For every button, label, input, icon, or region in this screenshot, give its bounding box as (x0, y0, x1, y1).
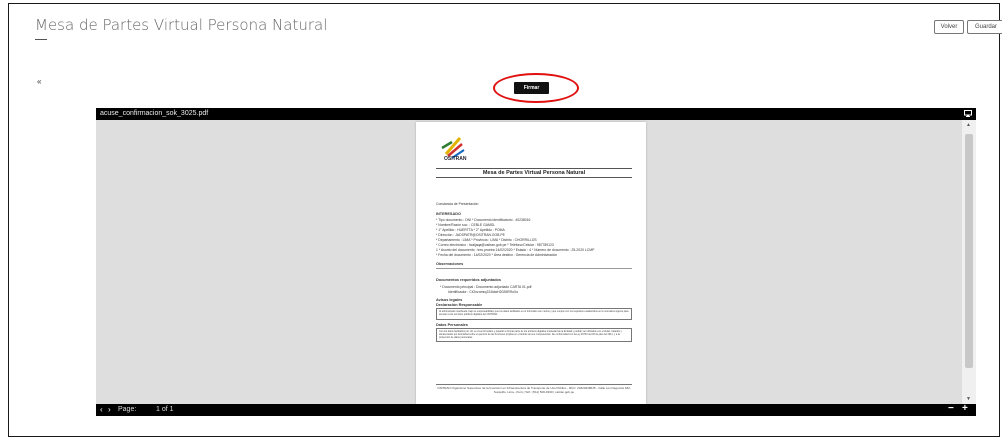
page-count[interactable]: 1 of 1 (156, 404, 174, 416)
info-line-7: 1 * Asunto del documento : tres.prueba 1… (436, 248, 595, 252)
next-page-icon[interactable]: › (108, 404, 111, 416)
main-window: Mesa de Partes Virtual Persona Natural V… (8, 3, 1002, 437)
viewer-topbar: acuse_confirmacion_sok_3025.pdf (96, 108, 976, 120)
volver-button[interactable]: Volver (934, 20, 964, 34)
document-footer: OSITRAN Organismo Supervisor de la Inver… (436, 384, 632, 394)
interesado-heading: INTERESADO (436, 212, 461, 216)
monitor-icon[interactable] (964, 110, 972, 117)
scroll-up-icon[interactable]: ▲ (966, 122, 971, 128)
firmar-button[interactable]: Firmar (514, 82, 549, 94)
doc-line-1: * Documento principal : Documento adjunt… (440, 285, 532, 289)
datos-text: Con los datos facilitados por Ud. se cre… (439, 330, 622, 340)
info-line-1: * Tipo documento : DNI * Documento ident… (436, 218, 531, 222)
document-title: Mesa de Partes Virtual Persona Natural (436, 168, 632, 178)
viewer-bottombar: ‹ › Page: 1 of 1 − + (96, 403, 976, 416)
avisos-heading: Avisos legales (436, 298, 463, 302)
scroll-thumb[interactable] (965, 134, 973, 368)
doc-line-2: Identificador : CiOnzomrq224ldwH2026RRoX… (448, 290, 519, 294)
back-icon[interactable]: « (37, 77, 41, 86)
title-underline (35, 39, 47, 40)
documentos-heading: Documentos requeridos adjuntados (436, 278, 501, 282)
info-line-3: * 1° Apellido : HUERTTA * 2° Apellido : … (436, 228, 505, 232)
info-line-5: * Departamento : LIMA * Provincia : LIMA… (436, 238, 537, 242)
zoom-out-icon[interactable]: − (948, 403, 954, 415)
pdf-canvas[interactable]: OSITRAN Mesa de Partes Virtual Persona N… (96, 120, 962, 404)
page-label: Page: (118, 406, 137, 413)
info-line-6: * Correo electrónico : hcaljaqa@ositran.… (436, 243, 554, 247)
zoom-in-icon[interactable]: + (962, 403, 968, 415)
declaracion-heading: Declaración Responsable (436, 303, 483, 307)
datos-heading: Datos Personales (436, 323, 468, 327)
datos-box: Con los datos facilitados por Ud. se cre… (436, 328, 632, 342)
scroll-down-icon[interactable]: ▼ (966, 396, 971, 402)
observaciones-line (436, 268, 632, 269)
declaracion-text: Al administrado manifiesta, bajo su resp… (439, 310, 629, 317)
constancia-label: Constancia de Presentación (436, 202, 479, 206)
guardar-button[interactable]: Guardar (967, 20, 1002, 34)
info-line-2: * Nombre/Razón soc. : CEBLE GAMSL (436, 223, 495, 227)
prev-page-icon[interactable]: ‹ (100, 404, 103, 416)
info-line-4: * Dirección : JADSPATR@OSITRAN.GOB.PE (436, 233, 505, 237)
pdf-viewer: acuse_confirmacion_sok_3025.pdf OSITRAN … (96, 108, 976, 416)
pdf-filename: acuse_confirmacion_sok_3025.pdf (100, 110, 209, 117)
info-line-8: * Fecha del documento : 14/02/2020 * Áre… (436, 253, 558, 257)
logo-text: OSITRAN (444, 156, 467, 162)
page-title: Mesa de Partes Virtual Persona Natural (35, 16, 328, 34)
declaracion-box: Al administrado manifiesta, bajo su resp… (436, 308, 632, 320)
observaciones-heading: Observaciones (436, 262, 464, 266)
pdf-page: OSITRAN Mesa de Partes Virtual Persona N… (416, 122, 646, 404)
vertical-scrollbar[interactable]: ▲ ▼ (962, 120, 976, 404)
